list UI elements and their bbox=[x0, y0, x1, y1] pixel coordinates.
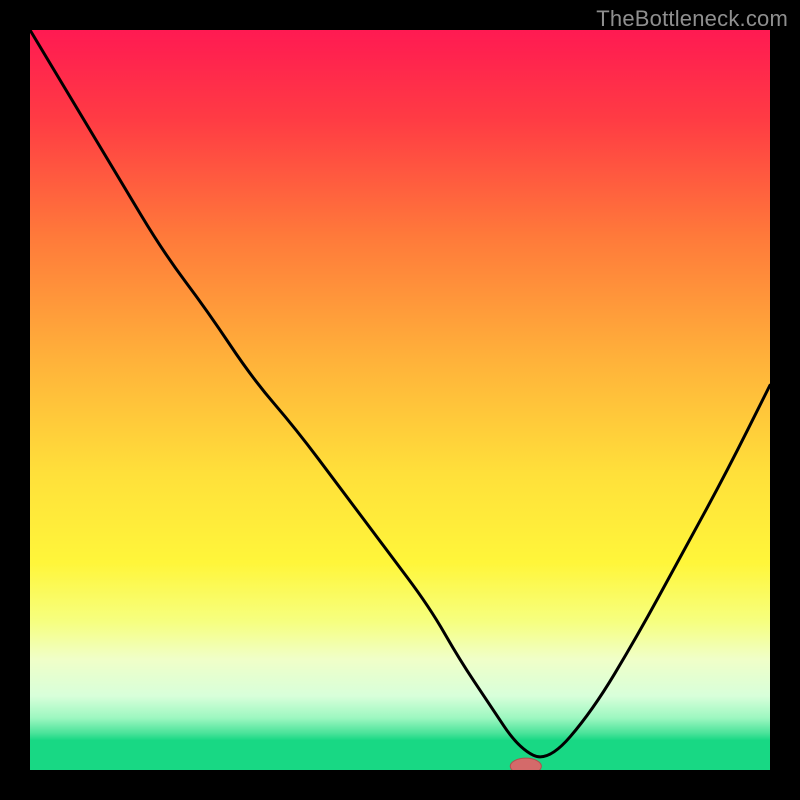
optimal-marker bbox=[510, 758, 541, 770]
chart-svg bbox=[30, 30, 770, 770]
chart-plot-area bbox=[30, 30, 770, 770]
chart-frame: TheBottleneck.com bbox=[0, 0, 800, 800]
chart-background-gradient bbox=[30, 30, 770, 770]
watermark-text: TheBottleneck.com bbox=[596, 6, 788, 32]
